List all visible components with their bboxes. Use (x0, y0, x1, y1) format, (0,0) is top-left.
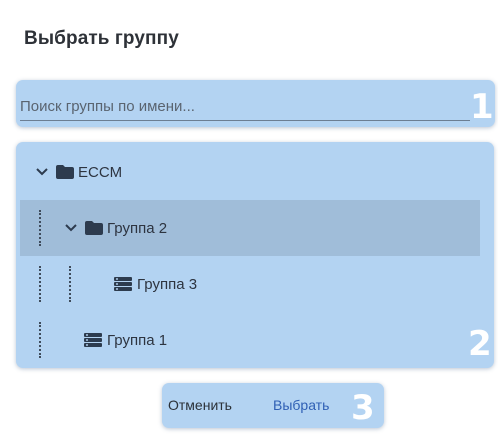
chevron-down-icon[interactable] (34, 164, 50, 180)
tree-node-group-3[interactable]: Группа 3 (20, 256, 480, 312)
tree-node-eccm[interactable]: ECCM (20, 144, 480, 200)
tree-node-label: ECCM (78, 163, 123, 181)
folder-icon (85, 221, 103, 235)
server-stack-icon (84, 333, 102, 347)
callout-number-1: 1 (470, 87, 494, 127)
cancel-button[interactable]: Отменить (168, 397, 232, 413)
tree-indent-guide (39, 210, 41, 246)
server-stack-icon (114, 277, 132, 291)
tree-node-label: Группа 3 (137, 275, 198, 293)
tree-indent-guide (69, 266, 71, 302)
search-callout: 1 (16, 80, 495, 127)
group-search-input[interactable] (20, 92, 470, 121)
tree-indent-guide (39, 322, 41, 358)
tree-node-label: Группа 2 (107, 219, 168, 237)
tree-indent-guide (39, 266, 41, 302)
dialog-actions-callout: Отменить Выбрать 3 (162, 383, 384, 428)
select-button[interactable]: Выбрать (273, 397, 329, 413)
tree-node-label: Группа 1 (107, 331, 168, 349)
tree-node-group-2[interactable]: Группа 2 (20, 200, 480, 256)
folder-icon (56, 165, 74, 179)
callout-number-2: 2 (468, 324, 492, 364)
dialog-title: Выбрать группу (24, 28, 179, 49)
tree-node-group-1[interactable]: Группа 1 (20, 312, 480, 368)
chevron-down-icon[interactable] (63, 220, 79, 236)
group-tree-callout: ECCM Группа 2 Группа 3 Группа 1 2 (16, 142, 494, 368)
callout-number-3: 3 (351, 388, 375, 428)
